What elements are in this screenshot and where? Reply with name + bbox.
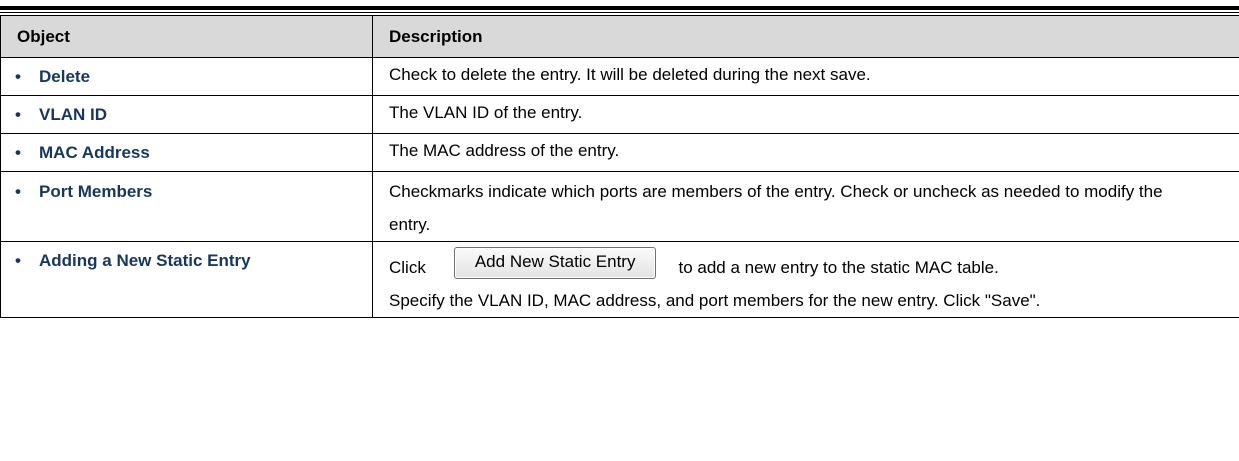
bullet-icon: • (15, 143, 21, 162)
document-page: Object Description • Delete Check to dele… (0, 0, 1239, 461)
table-row: • VLAN ID The VLAN ID of the entry. (0, 95, 1239, 134)
object-label: Delete (39, 67, 91, 86)
description-cell: Click Add New Static Entry to add a new en… (372, 241, 1239, 318)
object-label: Adding a New Static Entry (39, 251, 251, 270)
top-rule-thin (0, 12, 1239, 13)
table-row: • Adding a New Static Entry Click Add New … (0, 241, 1239, 318)
object-label: MAC Address (39, 143, 150, 162)
description-rest: Specify the VLAN ID, MAC address, and po… (389, 291, 1041, 310)
object-cell: • Adding a New Static Entry (0, 241, 373, 318)
table-row: • Port Members Checkmarks indicate which … (0, 171, 1239, 242)
description-cell: Check to delete the entry. It will be de… (372, 57, 1239, 96)
header-description: Description (372, 15, 1239, 58)
table-row: • MAC Address The MAC address of the entr… (0, 133, 1239, 172)
description-cell: Checkmarks indicate which ports are memb… (372, 171, 1239, 242)
bullet-icon: • (15, 105, 21, 124)
object-cell: • Port Members (0, 171, 373, 242)
description-prefix: Click (389, 258, 426, 277)
description-cell: The VLAN ID of the entry. (372, 95, 1239, 134)
header-object: Object (0, 15, 373, 58)
table-header-row: Object Description (0, 15, 1239, 58)
object-cell: • MAC Address (0, 133, 373, 172)
description-cell: The MAC address of the entry. (372, 133, 1239, 172)
object-cell: • Delete (0, 57, 373, 96)
bullet-icon: • (15, 182, 21, 201)
top-rule-thick (0, 6, 1239, 10)
description-suffix: to add a new entry to the static MAC tab… (678, 258, 999, 277)
object-description-table: Object Description • Delete Check to dele… (0, 15, 1239, 318)
bullet-icon: • (15, 251, 21, 270)
table-row: • Delete Check to delete the entry. It wi… (0, 57, 1239, 96)
object-label: VLAN ID (39, 105, 107, 124)
bullet-icon: • (15, 67, 21, 86)
add-new-static-entry-button[interactable]: Add New Static Entry (453, 246, 657, 279)
object-label: Port Members (39, 182, 153, 201)
object-cell: • VLAN ID (0, 95, 373, 134)
